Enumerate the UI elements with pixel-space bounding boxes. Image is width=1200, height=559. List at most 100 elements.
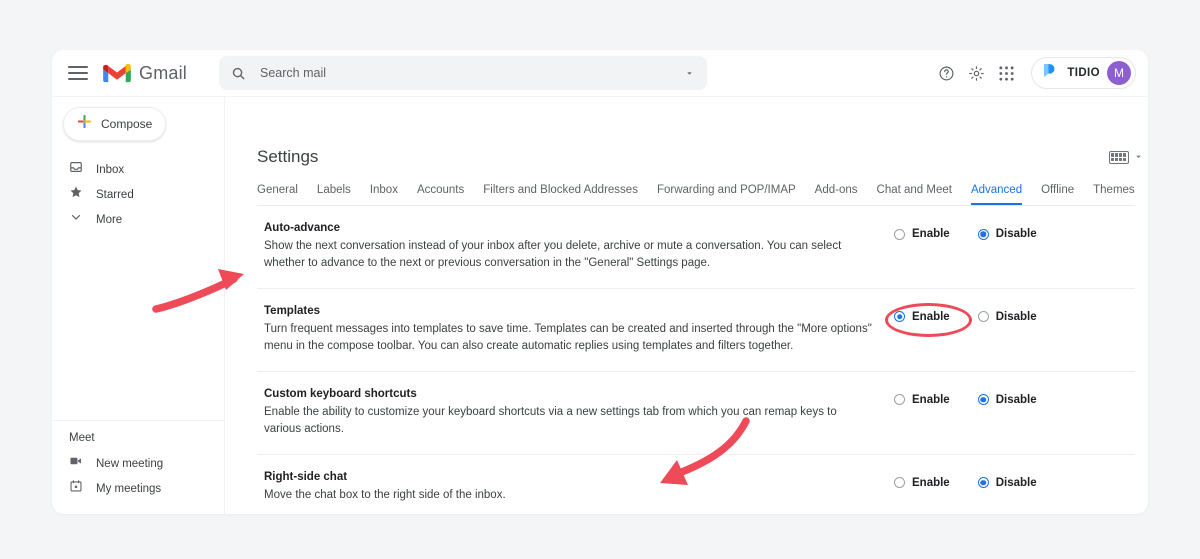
- apps-grid-icon[interactable]: [998, 65, 1015, 82]
- radio-disable[interactable]: Disable: [977, 310, 1037, 323]
- meet-section: Meet New meeting My meetings: [52, 420, 224, 501]
- radio-label: Enable: [912, 228, 950, 240]
- chevron-down-icon: [1134, 148, 1143, 166]
- radio-label: Enable: [912, 393, 950, 406]
- radio-disable[interactable]: Disable: [977, 228, 1037, 240]
- input-tools-selector[interactable]: [1108, 148, 1143, 166]
- gmail-window: Gmail Search mail TIDIO M Compose Inbox …: [52, 50, 1148, 514]
- radio-indicator: [977, 311, 989, 323]
- inbox-icon: [69, 160, 83, 179]
- chevron-down-icon: [69, 210, 83, 229]
- setting-row: Custom keyboard shortcuts Enable the abi…: [257, 372, 1135, 455]
- radio-enable[interactable]: Enable: [894, 477, 950, 489]
- radio-label: Disable: [995, 393, 1037, 406]
- help-icon[interactable]: [938, 65, 955, 82]
- meet-section-title: Meet: [52, 420, 224, 444]
- settings-main: Settings General Labels Inbox Accounts F…: [225, 97, 1148, 514]
- setting-name: Right-side chat: [264, 470, 348, 483]
- setting-text: Custom keyboard shortcuts Enable the abi…: [264, 388, 894, 439]
- page-title: Settings: [257, 147, 319, 166]
- app-body: Compose Inbox Starred More Meet New meet…: [52, 97, 1148, 514]
- sidebar-nav: Inbox Starred More: [52, 157, 224, 232]
- app-header: Gmail Search mail TIDIO M: [52, 50, 1148, 97]
- radio-indicator: [977, 394, 989, 406]
- tab-forwarding-and-pop-imap[interactable]: Forwarding and POP/IMAP: [657, 184, 796, 205]
- workspace-name: TIDIO: [1067, 67, 1100, 79]
- setting-description: Enable the ability to customize your key…: [264, 405, 837, 436]
- radio-enable[interactable]: Enable: [894, 311, 950, 323]
- tab-filters-and-blocked-addresses[interactable]: Filters and Blocked Addresses: [483, 184, 638, 205]
- setting-description: Turn frequent messages into templates to…: [264, 322, 872, 353]
- radio-label: Enable: [912, 310, 950, 323]
- sidebar-item-inbox[interactable]: Inbox: [52, 157, 224, 182]
- meet-item-new-meeting[interactable]: New meeting: [52, 451, 224, 476]
- screenshot-root: Gmail Search mail TIDIO M Compose Inbox …: [0, 0, 1200, 559]
- setting-description: Move the chat box to the right side of t…: [264, 488, 506, 501]
- sidebar-item-label: Starred: [96, 188, 134, 201]
- sidebar-item-more[interactable]: More: [52, 207, 224, 232]
- keyboard-icon: [1108, 150, 1129, 164]
- tab-themes[interactable]: Themes: [1093, 184, 1135, 205]
- compose-button[interactable]: Compose: [63, 107, 166, 141]
- radio-indicator: [894, 477, 905, 489]
- star-icon: [69, 185, 83, 204]
- settings-list: Auto-advance Show the next conversation …: [257, 206, 1135, 514]
- setting-options: Enable Disable: [885, 302, 1064, 337]
- meet-item-label: My meetings: [96, 482, 162, 495]
- gmail-m-icon: [103, 63, 131, 83]
- hamburger-icon[interactable]: [68, 66, 88, 80]
- compose-label: Compose: [101, 117, 153, 131]
- tab-labels[interactable]: Labels: [317, 184, 351, 205]
- search-input[interactable]: Search mail: [219, 56, 708, 90]
- gmail-wordmark: Gmail: [139, 62, 188, 83]
- tab-advanced[interactable]: Advanced: [971, 184, 1022, 205]
- setting-text: Right-side chat Move the chat box to the…: [264, 471, 894, 504]
- setting-name: Auto-advance: [264, 222, 341, 234]
- sidebar: Compose Inbox Starred More Meet New meet…: [52, 97, 225, 514]
- tidio-droplet-icon: [1041, 61, 1060, 85]
- setting-name: Templates: [264, 304, 321, 317]
- setting-options: Enable Disable: [894, 388, 1064, 406]
- setting-options: Enable Disable: [894, 222, 1064, 240]
- setting-text: Templates Turn frequent messages into te…: [264, 305, 894, 356]
- workspace-account-badge[interactable]: TIDIO M: [1031, 57, 1136, 89]
- search-options-chevron-down-icon[interactable]: [684, 68, 695, 79]
- radio-label: Enable: [912, 476, 950, 489]
- radio-indicator: [894, 228, 905, 240]
- sidebar-item-label: Inbox: [96, 163, 125, 176]
- gear-icon[interactable]: [968, 65, 985, 82]
- calendar-icon: [69, 479, 83, 498]
- meet-item-label: New meeting: [96, 457, 164, 470]
- radio-label: Disable: [995, 228, 1037, 240]
- tab-accounts[interactable]: Accounts: [417, 184, 464, 205]
- radio-indicator: [894, 311, 905, 323]
- radio-disable[interactable]: Disable: [977, 393, 1037, 406]
- setting-description: Show the next conversation instead of yo…: [264, 240, 842, 270]
- gmail-logo[interactable]: Gmail: [102, 62, 187, 84]
- search-icon: [231, 66, 246, 81]
- settings-tabs: General Labels Inbox Accounts Filters an…: [257, 184, 1135, 206]
- tab-add-ons[interactable]: Add-ons: [815, 184, 858, 205]
- meet-item-my-meetings[interactable]: My meetings: [52, 476, 224, 501]
- header-actions: TIDIO M: [938, 50, 1136, 96]
- sidebar-item-label: More: [96, 213, 123, 226]
- tab-general[interactable]: General: [257, 184, 298, 205]
- radio-label: Disable: [995, 310, 1037, 323]
- setting-text: Auto-advance Show the next conversation …: [264, 222, 894, 273]
- radio-label: Disable: [995, 476, 1037, 489]
- avatar[interactable]: M: [1107, 61, 1131, 85]
- sidebar-item-starred[interactable]: Starred: [52, 182, 224, 207]
- tab-chat-and-meet[interactable]: Chat and Meet: [877, 184, 952, 205]
- radio-enable[interactable]: Enable: [894, 394, 950, 406]
- tab-offline[interactable]: Offline: [1041, 184, 1074, 205]
- plus-icon: [76, 113, 93, 135]
- setting-row: Right-side chat Move the chat box to the…: [257, 455, 1135, 514]
- radio-enable[interactable]: Enable: [894, 228, 950, 240]
- radio-indicator: [977, 228, 989, 240]
- radio-indicator: [977, 477, 989, 489]
- radio-indicator: [894, 394, 905, 406]
- radio-disable[interactable]: Disable: [977, 476, 1037, 489]
- search-placeholder: Search mail: [260, 66, 327, 80]
- tab-inbox[interactable]: Inbox: [370, 184, 398, 205]
- setting-row: Templates Turn frequent messages into te…: [257, 289, 1135, 372]
